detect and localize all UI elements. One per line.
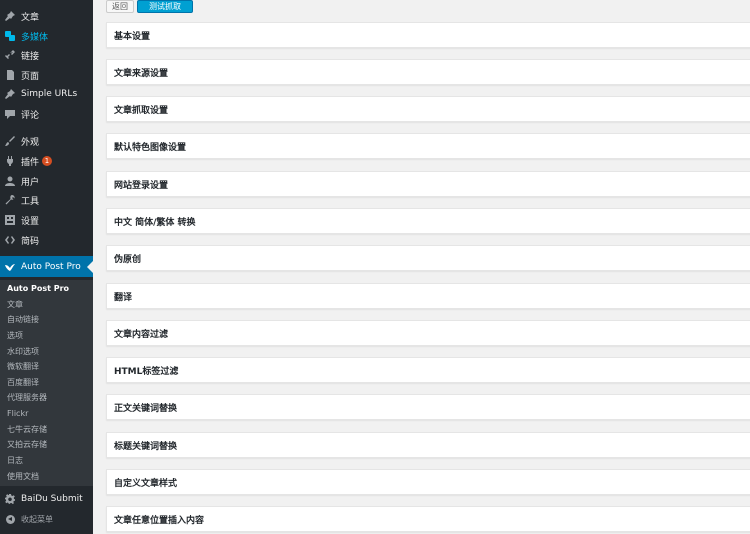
link-icon xyxy=(5,50,15,60)
collapse-arrow-icon xyxy=(6,514,15,524)
settings-panel[interactable]: 文章内容过滤 xyxy=(106,320,750,346)
panel-title: 中文 简体/繁体 转换 xyxy=(114,217,196,228)
sidebar-item-label: Simple URLs xyxy=(21,89,78,99)
panel-title: 翻译 xyxy=(114,292,133,303)
submenu-item[interactable]: Flickr xyxy=(7,406,28,421)
pin-icon xyxy=(5,11,15,21)
settings-panel[interactable]: 文章任意位置插入内容 xyxy=(106,506,750,532)
sidebar-item-links[interactable]: 链接 xyxy=(0,45,93,65)
sidebar-item-settings[interactable]: 设置 xyxy=(0,210,93,230)
gear-icon xyxy=(5,494,15,504)
sidebar-item-label: 用户 xyxy=(21,177,40,188)
sidebar-item-pages[interactable]: 页面 xyxy=(0,65,93,85)
sidebar-item-appearance[interactable]: 外观 xyxy=(0,131,93,151)
panel-title: 文章抓取设置 xyxy=(114,105,169,116)
submenu-item[interactable]: 代理服务器 xyxy=(7,390,47,405)
panel-title: 文章任意位置插入内容 xyxy=(114,515,205,526)
submenu-item[interactable]: 水印选项 xyxy=(7,344,39,359)
submenu-item[interactable]: 使用文档 xyxy=(7,469,39,484)
main-content: 返回 测试抓取 基本设置 文章来源设置 文章抓取设置 默认特色图像设置 网站登录… xyxy=(93,0,750,534)
submenu-item[interactable]: 又拍云存储 xyxy=(7,437,47,452)
submenu-item[interactable]: 七牛云存储 xyxy=(7,422,47,437)
comment-icon xyxy=(5,109,15,119)
sidebar-item-label: 评论 xyxy=(21,110,40,121)
panel-title: 伪原创 xyxy=(114,254,142,265)
sidebar-item-label: Auto Post Pro xyxy=(21,261,81,272)
admin-sidebar: 文章 多媒体 链接 页面 Simple URLs 评论 外观 插件 1 用户 工… xyxy=(0,0,93,534)
wrench-icon xyxy=(5,195,15,205)
sidebar-item-label: 文章 xyxy=(21,12,40,23)
plugin-icon xyxy=(5,156,15,166)
sidebar-item-label: 链接 xyxy=(21,51,40,62)
user-icon xyxy=(5,176,15,186)
panel-title: HTML标签过滤 xyxy=(114,366,179,377)
settings-panel[interactable]: 中文 简体/繁体 转换 xyxy=(106,208,750,234)
settings-panel[interactable]: 标题关键词替换 xyxy=(106,432,750,458)
sidebar-item-media[interactable]: 多媒体 xyxy=(0,26,93,46)
sidebar-item-label: 插件 xyxy=(21,157,40,168)
settings-panel[interactable]: 自定义文章样式 xyxy=(106,469,750,495)
update-count-badge: 1 xyxy=(42,156,53,166)
panel-title: 基本设置 xyxy=(114,31,151,42)
media-icon xyxy=(5,31,15,41)
sidebar-item-label: 简码 xyxy=(21,236,40,247)
panel-title: 文章来源设置 xyxy=(114,68,169,79)
sidebar-item-comments[interactable]: 评论 xyxy=(0,104,93,124)
settings-panel[interactable]: 基本设置 xyxy=(106,22,750,48)
settings-panel[interactable]: 网站登录设置 xyxy=(106,171,750,197)
back-button[interactable]: 返回 xyxy=(106,0,134,13)
panel-title: 正文关键词替换 xyxy=(114,403,178,414)
settings-panel[interactable]: 伪原创 xyxy=(106,245,750,271)
sidebar-item-auto-post-pro[interactable]: Auto Post Pro xyxy=(0,256,93,277)
settings-panel[interactable]: 文章抓取设置 xyxy=(106,96,750,122)
sidebar-item-label: 设置 xyxy=(21,216,40,227)
pin-icon xyxy=(5,89,15,99)
submenu-item[interactable]: 日志 xyxy=(7,453,23,468)
panel-title: 标题关键词替换 xyxy=(114,441,178,452)
collapse-menu-button[interactable]: 收起菜单 xyxy=(0,510,93,528)
settings-panel[interactable]: 正文关键词替换 xyxy=(106,394,750,420)
sidebar-item-baidu-submit[interactable]: BaiDu Submit xyxy=(0,489,93,509)
sidebar-item-posts[interactable]: 文章 xyxy=(0,6,93,26)
submenu-item[interactable]: Auto Post Pro xyxy=(7,281,69,296)
sidebar-item-label: BaiDu Submit xyxy=(21,494,83,504)
panel-title: 文章内容过滤 xyxy=(114,329,169,340)
panel-title: 自定义文章样式 xyxy=(114,478,178,489)
settings-panel[interactable]: 翻译 xyxy=(106,283,750,309)
settings-panel[interactable]: 默认特色图像设置 xyxy=(106,133,750,159)
code-icon xyxy=(5,235,15,245)
sidebar-item-users[interactable]: 用户 xyxy=(0,171,93,191)
settings-panel[interactable]: HTML标签过滤 xyxy=(106,357,750,383)
submenu-item[interactable]: 百度翻译 xyxy=(7,375,39,390)
settings-panel[interactable]: 文章来源设置 xyxy=(106,59,750,85)
sidebar-item-shortcodes[interactable]: 简码 xyxy=(0,230,93,250)
sidebar-item-label: 多媒体 xyxy=(21,32,49,43)
sidebar-item-label: 工具 xyxy=(21,196,40,207)
brush-icon xyxy=(5,136,15,146)
sidebar-item-tools[interactable]: 工具 xyxy=(0,190,93,210)
bird-icon xyxy=(5,262,15,272)
sidebar-item-simple-urls[interactable]: Simple URLs xyxy=(0,84,93,104)
collapse-menu-label: 收起菜单 xyxy=(21,514,53,524)
submenu-item[interactable]: 自动链接 xyxy=(7,312,39,327)
submenu-item[interactable]: 微软翻译 xyxy=(7,359,39,374)
sidebar-item-label: 外观 xyxy=(21,137,40,148)
submenu-item[interactable]: 选项 xyxy=(7,328,23,343)
sidebar-item-plugins[interactable]: 插件 1 xyxy=(0,151,93,171)
settings-icon xyxy=(5,215,15,225)
submenu-item[interactable]: 文章 xyxy=(7,297,23,312)
panel-title: 默认特色图像设置 xyxy=(114,142,187,153)
page-icon xyxy=(5,70,15,80)
sidebar-item-label: 页面 xyxy=(21,71,40,82)
test-fetch-button[interactable]: 测试抓取 xyxy=(137,0,193,13)
panel-title: 网站登录设置 xyxy=(114,180,169,191)
auto-post-pro-submenu: Auto Post Pro 文章 自动链接 选项 水印选项 微软翻译 百度翻译 … xyxy=(0,280,93,486)
